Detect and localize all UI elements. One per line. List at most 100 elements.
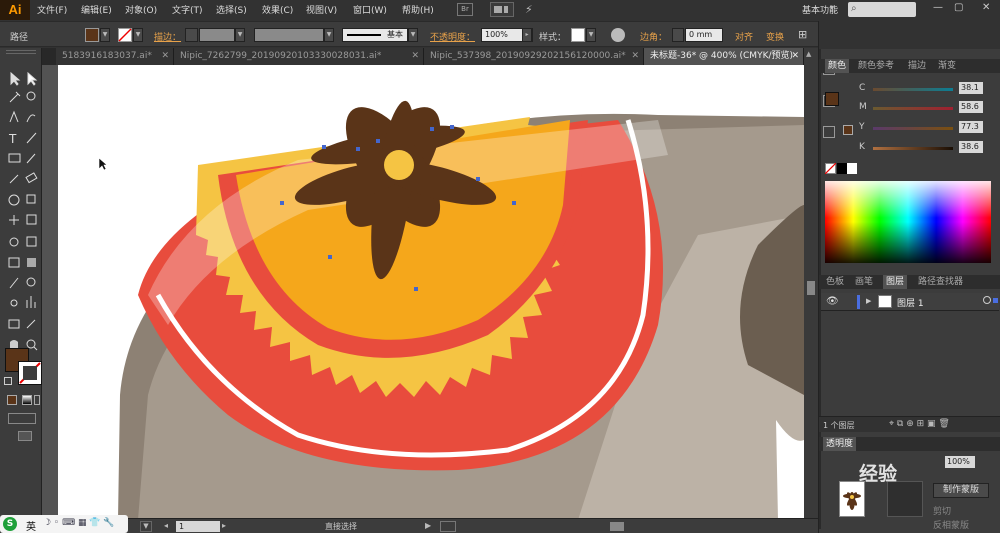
- drawing-modes-icon[interactable]: [8, 413, 36, 424]
- stroke-weight-stepper[interactable]: [185, 28, 198, 42]
- tab-pathfinder[interactable]: 路径查找器: [915, 275, 966, 289]
- tab-layers[interactable]: 图层: [883, 275, 908, 289]
- slider-k[interactable]: K 38.6: [859, 141, 983, 154]
- corner-radius-field[interactable]: 0 mm: [685, 28, 723, 42]
- none-color-swatch[interactable]: [825, 163, 836, 174]
- document-tab[interactable]: 5183916183037.ai* ✕: [56, 48, 174, 65]
- layer-row[interactable]: 👁 ▶ 图层 1: [821, 293, 999, 311]
- gpu-performance-icon[interactable]: ⚡: [525, 3, 533, 16]
- tab-swatches[interactable]: 色板: [823, 275, 847, 289]
- right-panel-dock: 颜色 颜色参考 描边 渐变 C 38.1 M 58.6 Y 77.3 K 38.…: [818, 21, 1000, 533]
- chevron-down-icon[interactable]: ▼: [140, 521, 152, 532]
- menu-help[interactable]: 帮助(H): [402, 3, 434, 16]
- maximize-button[interactable]: ▢: [954, 2, 963, 13]
- isolate-group-icon[interactable]: ⊞: [798, 28, 807, 41]
- vertical-scrollbar[interactable]: ▲: [804, 48, 818, 520]
- mask-thumbnail[interactable]: [887, 481, 923, 517]
- search-input[interactable]: ⌕: [848, 2, 916, 17]
- menu-window[interactable]: 窗口(W): [353, 3, 387, 16]
- fill-swatch[interactable]: [85, 28, 99, 42]
- tab-stroke[interactable]: 描边: [905, 59, 929, 73]
- invert-mask-checkbox[interactable]: 反相蒙版: [933, 518, 969, 531]
- slider-y[interactable]: Y 77.3: [859, 121, 983, 134]
- transform-button[interactable]: 变换: [766, 30, 784, 43]
- stroke-swatch[interactable]: [118, 28, 132, 42]
- chevron-down-icon[interactable]: ▼: [324, 28, 334, 42]
- tab-color-guide[interactable]: 颜色参考: [855, 59, 897, 73]
- clip-checkbox[interactable]: 剪切: [933, 504, 951, 517]
- panel-fill-swatch[interactable]: [825, 92, 839, 106]
- document-tab[interactable]: Nipic_537398_20190929202156120000.ai* ✕: [424, 48, 644, 65]
- ime-toolbar[interactable]: S 英 ☽ ◦ ⌨ ▦ 👕 🔧: [0, 515, 128, 533]
- corner-stepper[interactable]: [672, 28, 684, 42]
- selection-indicator[interactable]: [993, 298, 998, 303]
- color-spectrum[interactable]: [825, 181, 991, 263]
- artboard-number-field[interactable]: 1: [176, 521, 220, 532]
- color-mode-icon[interactable]: [7, 395, 17, 405]
- white-swatch[interactable]: [847, 163, 857, 174]
- slider-c[interactable]: C 38.1: [859, 82, 983, 95]
- variable-width-profile[interactable]: [254, 28, 324, 42]
- screen-mode-icon[interactable]: [18, 431, 32, 441]
- chevron-down-icon[interactable]: ▼: [586, 28, 596, 42]
- gradient-mode-icon[interactable]: [22, 395, 32, 405]
- canvas-area[interactable]: [42, 65, 804, 520]
- menu-file[interactable]: 文件(F): [37, 3, 67, 16]
- tab-brushes[interactable]: 画笔: [852, 275, 876, 289]
- opacity-label[interactable]: 不透明度：: [430, 30, 475, 43]
- tab-gradient[interactable]: 渐变: [935, 59, 959, 73]
- horizontal-scroll-thumb[interactable]: [610, 522, 624, 531]
- arrange-documents-icon[interactable]: [490, 2, 514, 17]
- chevron-right-icon[interactable]: ▸: [522, 28, 532, 42]
- stroke-label[interactable]: 描边：: [154, 30, 181, 43]
- menu-object[interactable]: 对象(O): [125, 3, 157, 16]
- chevron-right-icon[interactable]: ▶: [866, 297, 871, 305]
- layer-actions-icons[interactable]: ⌖ ⧉ ⊕ ⊞ ▣ 🗑: [889, 419, 950, 429]
- recolor-artwork-icon[interactable]: [611, 28, 625, 42]
- scroll-left-button[interactable]: [440, 521, 456, 532]
- document-tab[interactable]: Nipic_7262799_20190920103330028031.ai* ✕: [174, 48, 424, 65]
- none-mode-icon[interactable]: [34, 395, 40, 405]
- brush-definition[interactable]: 基本: [342, 28, 408, 42]
- svg-text:T: T: [8, 132, 17, 146]
- stroke-weight-field[interactable]: [199, 28, 235, 42]
- menu-type[interactable]: 文字(T): [172, 3, 203, 16]
- layer-name[interactable]: 图层 1: [897, 296, 924, 309]
- slider-m[interactable]: M 58.6: [859, 101, 983, 114]
- target-icon[interactable]: [983, 296, 991, 304]
- tab-transparency[interactable]: 透明度: [823, 437, 857, 451]
- default-colors-icon[interactable]: [4, 377, 12, 385]
- transparency-opacity-field[interactable]: 100%: [945, 456, 975, 468]
- chevron-down-icon[interactable]: ▼: [133, 28, 143, 42]
- document-tab-active[interactable]: 未标题-36* @ 400% (CMYK/预览) ✕: [644, 48, 804, 65]
- black-swatch[interactable]: [837, 163, 847, 174]
- minimize-button[interactable]: —: [933, 2, 943, 13]
- menu-select[interactable]: 选择(S): [216, 3, 247, 16]
- stroke-color-box[interactable]: [18, 361, 42, 385]
- status-menu-icon[interactable]: ▶: [425, 521, 431, 530]
- artboard[interactable]: [58, 65, 804, 520]
- menu-bar: Ai 文件(F) 编辑(E) 对象(O) 文字(T) 选择(S) 效果(C) 视…: [0, 0, 1000, 20]
- align-button[interactable]: 对齐: [735, 30, 753, 43]
- scroll-thumb[interactable]: [807, 281, 815, 295]
- first-artboard-icon[interactable]: ◂: [164, 521, 168, 530]
- chevron-down-icon[interactable]: ▾: [830, 3, 834, 12]
- corner-label[interactable]: 边角：: [640, 30, 667, 43]
- graphic-style-swatch[interactable]: [571, 28, 585, 42]
- menu-effect[interactable]: 效果(C): [262, 3, 293, 16]
- out-of-gamut-swatch[interactable]: [843, 125, 853, 135]
- bridge-button[interactable]: Br: [457, 3, 473, 16]
- appearance-panel-icon[interactable]: [823, 126, 835, 138]
- tab-color[interactable]: 颜色: [825, 59, 850, 73]
- chevron-down-icon[interactable]: ▼: [235, 28, 245, 42]
- next-artboard-icon[interactable]: ▸: [222, 521, 226, 530]
- menu-view[interactable]: 视图(V): [306, 3, 337, 16]
- chevron-down-icon[interactable]: ▼: [100, 28, 110, 42]
- ime-language[interactable]: 英: [26, 518, 36, 533]
- ime-tool-icons[interactable]: ☽ ◦ ⌨ ▦ 👕 🔧: [43, 518, 115, 528]
- menu-edit[interactable]: 编辑(E): [81, 3, 112, 16]
- close-button[interactable]: ✕: [982, 2, 990, 13]
- eye-icon[interactable]: 👁: [826, 296, 839, 307]
- chevron-down-icon[interactable]: ▼: [408, 28, 418, 42]
- make-mask-button[interactable]: 制作蒙版: [933, 483, 989, 498]
